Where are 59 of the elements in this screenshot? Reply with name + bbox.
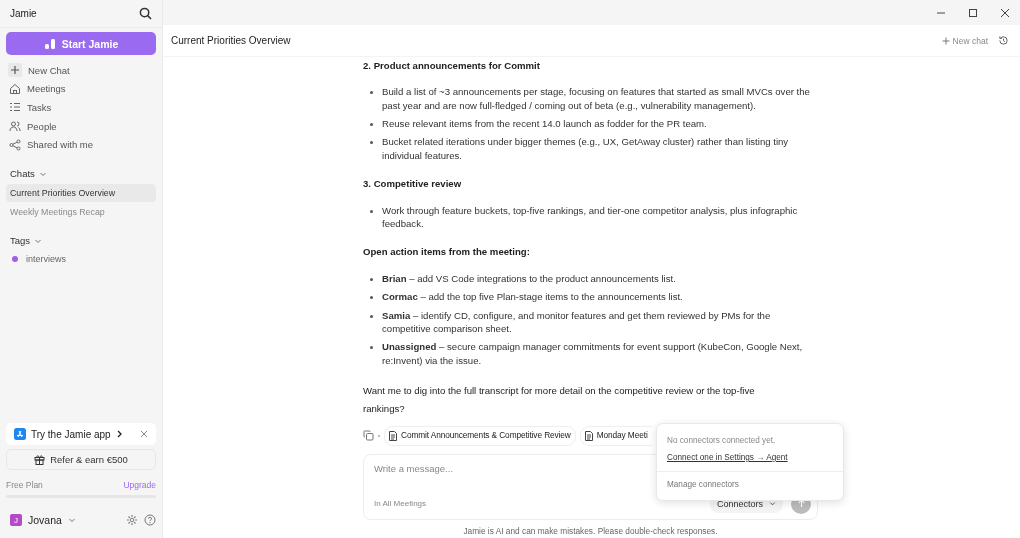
nav-item[interactable]: Meetings — [6, 79, 156, 99]
plus-icon — [8, 63, 22, 78]
app-store-icon — [14, 428, 26, 440]
settings-icon[interactable] — [126, 514, 138, 526]
upgrade-link[interactable]: Upgrade — [123, 480, 156, 490]
disclaimer-text: Jamie is AI and can make mistakes. Please double-check responses. — [462, 524, 719, 538]
history-icon[interactable] — [998, 35, 1009, 47]
bullet-text: Samia – identify CD, configure, and monitor features and get them reviewed by PMs for the competitive comparison sheet. — [382, 309, 771, 334]
source-chip[interactable]: Commit Announcements & Competitive Review — [384, 426, 576, 446]
avatar[interactable]: J — [10, 514, 22, 526]
bullet-text: Brian – add VS Code integrations to the product announcements list. — [382, 272, 676, 284]
nav-item[interactable]: People — [6, 116, 156, 136]
section-heading: 2. Product announcements for Commit — [363, 58, 541, 73]
plus-icon — [941, 36, 950, 45]
message-text: Want me to dig into the full transcript for more detail on the competitive review or the top-five rankings? — [363, 384, 756, 417]
people-icon — [9, 120, 21, 133]
home-icon — [9, 82, 21, 95]
gift-icon — [34, 454, 46, 465]
share-icon — [9, 138, 21, 151]
new-chat-button[interactable]: New chat — [941, 35, 988, 46]
maximize-icon[interactable] — [968, 7, 978, 18]
popover-note: No connectors connected yet. — [666, 434, 777, 447]
settings-link[interactable]: Connect one in Settings → Agent — [667, 453, 788, 462]
copy-icon[interactable] — [363, 430, 374, 442]
refer-button[interactable]: Refer & earn €500 — [6, 449, 156, 470]
chat-item[interactable]: Current Priorities Overview — [6, 183, 156, 202]
chat-title: Current Priorities Overview — [171, 35, 291, 47]
promo-link[interactable]: Try the Jamie app — [31, 428, 111, 440]
nav-item[interactable]: Shared with me — [6, 135, 156, 154]
search-icon[interactable] — [139, 7, 152, 20]
chat-item[interactable]: Weekly Meetings Recap — [6, 202, 156, 221]
plan-label: Free Plan — [6, 480, 43, 490]
document-icon — [584, 430, 593, 441]
bullet-text: Cormac – add the top five Plan-stage items to the announcements list. — [382, 291, 683, 303]
app-name: Jamie — [10, 8, 37, 19]
bullet-text: Build a list of ~3 announcements per stage, focusing on features that started as small MVCs over the past year and are now full-fledged / coming out of beta (e.g., vulnerability management). — [382, 86, 810, 111]
close-icon[interactable] — [1000, 7, 1010, 18]
user-name[interactable]: Jovana — [28, 514, 62, 526]
scope-label[interactable]: In All Meetings — [374, 496, 427, 511]
logo-icon — [43, 37, 56, 50]
chevron-icon — [769, 500, 776, 508]
nav-item[interactable]: Tasks — [6, 98, 156, 117]
bullet-text: Work through feature buckets, top-five rankings, and tier-one competitor analysis, plus infographic feedback. — [382, 204, 798, 229]
chevron-right-icon — [115, 430, 123, 438]
bullet-text: Bucket related iterations under bigger themes (e.g., UX, GetAway cluster) rather than listing tiny individual features. — [382, 136, 789, 161]
start-button[interactable]: Start Jamie — [6, 32, 156, 55]
section-heading: Tags — [10, 235, 31, 247]
bullet-text: Reuse relevant items from the recent 14.0 launch as fodder for the PR team. — [382, 117, 707, 129]
nav-item[interactable]: New Chat — [6, 61, 156, 80]
list-icon — [9, 101, 21, 114]
bullet-text: Unassigned – secure campaign manager commitments for event support (KubeCon, Google Next, re:Invent) via the issue. — [382, 341, 803, 366]
section-heading: Chats — [10, 168, 35, 180]
chevron-icon[interactable] — [67, 516, 76, 524]
section-heading: 3. Competitive review — [363, 177, 463, 191]
help-icon[interactable] — [144, 514, 156, 526]
source-chip[interactable]: Monday Meeti — [579, 426, 652, 446]
document-icon — [389, 430, 397, 441]
tag-item[interactable]: interviews — [26, 253, 66, 264]
section-heading: Open action items from the meeting: — [363, 245, 531, 259]
